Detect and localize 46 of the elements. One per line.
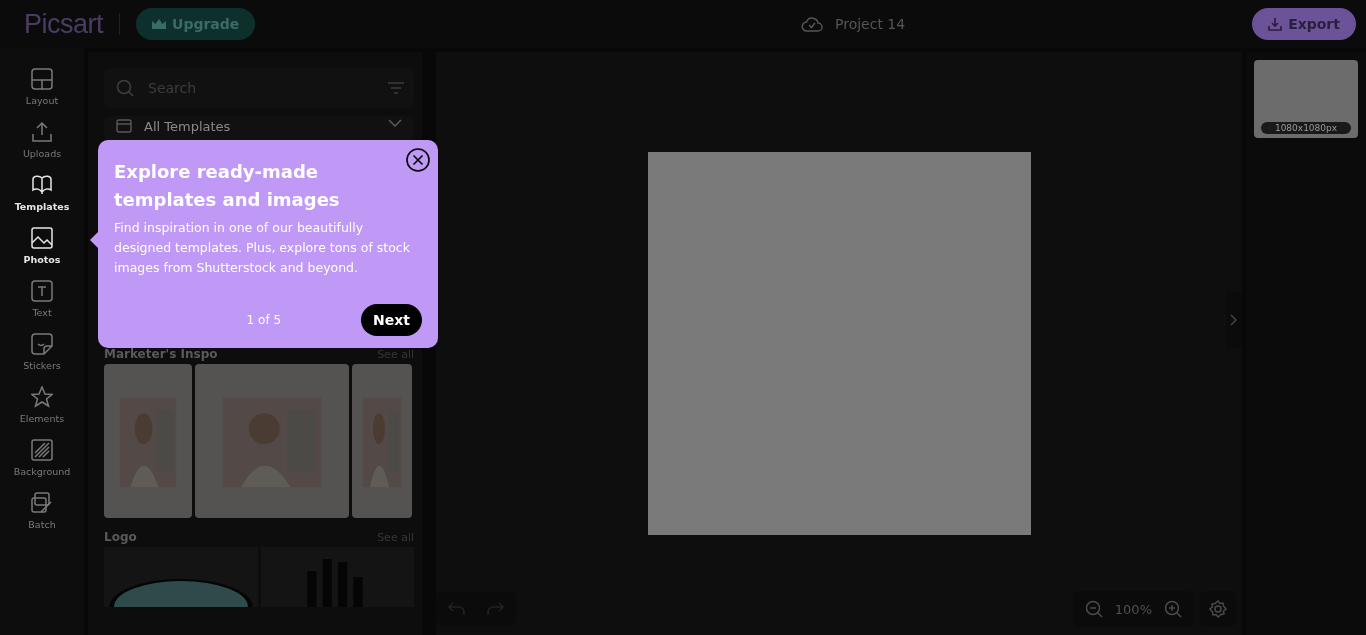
filter-icon[interactable] <box>388 82 404 94</box>
book-icon <box>31 174 53 196</box>
sidebar-item[interactable]: Photos <box>2 227 82 265</box>
redo-icon[interactable] <box>486 602 504 616</box>
star-icon <box>31 386 53 408</box>
sidebar-item[interactable]: Text <box>2 280 82 318</box>
category-dropdown[interactable]: All Templates <box>104 116 414 142</box>
close-button[interactable] <box>406 148 430 172</box>
zoom-out-icon[interactable] <box>1084 600 1103 618</box>
crown-icon <box>152 19 167 29</box>
sidebar-item[interactable]: Stickers <box>2 333 82 371</box>
sticker-icon <box>31 333 53 355</box>
project-name[interactable]: Project 14 <box>835 16 906 32</box>
undo-icon[interactable] <box>448 602 466 616</box>
step-counter: 1 of 5 <box>246 313 282 327</box>
chevron-right-icon <box>1230 314 1238 326</box>
section-title: Logo <box>104 530 137 544</box>
download-icon <box>1268 17 1283 31</box>
zoom-in-icon[interactable] <box>1164 600 1182 618</box>
background-icon <box>31 439 53 461</box>
cloud-check-icon <box>801 16 823 32</box>
sidebar-item[interactable]: Batch <box>2 492 82 530</box>
sidebar-item[interactable]: Layout <box>2 68 82 106</box>
sidebar-item[interactable]: Background <box>2 439 82 477</box>
template-icon <box>116 119 132 133</box>
batch-icon <box>31 492 53 514</box>
sidebar-item[interactable]: Uploads <box>2 121 82 159</box>
search-icon <box>116 79 134 97</box>
page-thumbnail[interactable]: 1080x1080px <box>1254 60 1358 138</box>
canvas-artboard[interactable] <box>647 152 1031 535</box>
section-title: Marketer's Inspo <box>104 347 218 361</box>
zoom-level: 100% <box>1114 601 1152 617</box>
tooltip-text: Find inspiration in one of our beautifully designed templates. Plus, explore tons of stock images from Shutterstock and beyond. <box>114 219 411 277</box>
tooltip-title: Explore ready-made templates and images <box>114 160 341 212</box>
photo-icon <box>31 227 53 249</box>
export-button[interactable]: Export <box>1252 8 1356 40</box>
close-icon <box>406 148 430 172</box>
upload-icon <box>31 121 53 143</box>
next-button[interactable]: Next <box>361 304 422 336</box>
text-icon <box>31 280 53 302</box>
sidebar-item[interactable]: Templates <box>2 174 82 212</box>
sidebar-item[interactable]: Elements <box>2 386 82 424</box>
chevron-down-icon <box>388 119 402 127</box>
settings-icon <box>1209 600 1227 618</box>
logo: Picsart <box>24 8 104 40</box>
layout-icon <box>31 68 53 90</box>
